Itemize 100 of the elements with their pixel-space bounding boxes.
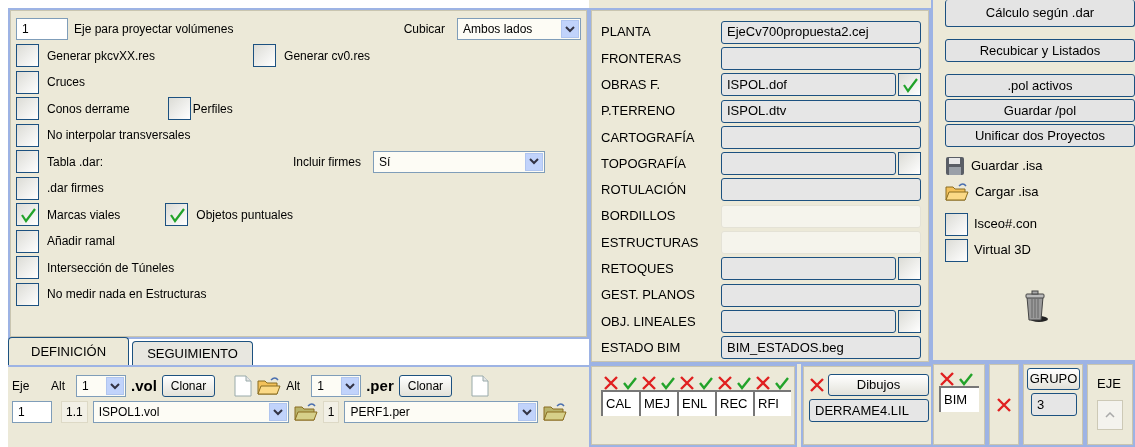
checkbox[interactable] xyxy=(16,203,39,227)
field-label: Alt xyxy=(51,378,66,395)
axis-field[interactable]: 1 xyxy=(16,18,68,41)
field-label: RETOQUES xyxy=(601,260,675,279)
file-field[interactable] xyxy=(721,283,921,307)
tab[interactable]: SEGUIMIENTO xyxy=(132,340,253,365)
alt-select[interactable]: 1 xyxy=(76,375,126,397)
file-field[interactable] xyxy=(721,125,921,149)
checkbox-label: Isceo#.con xyxy=(974,215,1037,234)
file-select[interactable]: ISPOL1.vol xyxy=(92,401,289,423)
checkbox-label: Virtual 3D xyxy=(974,241,1031,260)
checkbox[interactable] xyxy=(945,212,968,236)
checkbox[interactable] xyxy=(16,44,39,68)
action-button[interactable]: Cálculo según .dar xyxy=(945,0,1135,27)
file-extension-label: .vol xyxy=(131,375,157,396)
module-tab[interactable]: REC xyxy=(715,390,753,416)
field-label: TOPOGRAFÍA xyxy=(601,154,687,173)
file-field[interactable] xyxy=(721,257,896,281)
file-extension-label: .per xyxy=(366,375,394,396)
checkbox[interactable] xyxy=(898,73,921,97)
field-label: P.TERRENO xyxy=(601,102,677,121)
eje-field[interactable]: 1 xyxy=(12,401,52,423)
document-icon xyxy=(234,375,253,397)
action-button[interactable]: .pol activos xyxy=(945,74,1135,97)
file-select[interactable]: PERF1.per xyxy=(344,401,539,423)
checkbox[interactable] xyxy=(16,256,39,280)
field-label: ESTADO BIM xyxy=(601,338,682,357)
drawings-button[interactable]: Dibujos xyxy=(828,374,929,396)
group-field[interactable]: 3 xyxy=(1031,393,1077,416)
checkbox-label: .dar firmes xyxy=(47,180,104,198)
checkbox[interactable] xyxy=(16,150,39,174)
checkbox[interactable] xyxy=(16,229,39,253)
field-label: ROTULACIÓN xyxy=(601,181,688,200)
field-label: Incluir firmes xyxy=(293,153,361,171)
trash-icon xyxy=(1023,289,1049,323)
field-label: Cubicar xyxy=(403,21,445,39)
checkbox[interactable] xyxy=(898,309,921,333)
field-label: BORDILLOS xyxy=(601,207,677,226)
tab[interactable]: DEFINICIÓN xyxy=(8,336,130,365)
file-field[interactable] xyxy=(721,309,896,333)
action-button[interactable]: Unificar dos Proyectos xyxy=(945,124,1135,147)
field-label: OBRAS F. xyxy=(601,76,662,94)
field-label: GEST. PLANOS xyxy=(601,286,696,305)
folder-icon xyxy=(945,182,969,202)
checkbox[interactable] xyxy=(16,176,39,200)
module-tab[interactable]: MEJ xyxy=(639,390,677,416)
folder-icon xyxy=(293,402,318,422)
checkbox-label: Perfiles xyxy=(192,100,233,118)
clone-button[interactable]: Clonar xyxy=(398,375,453,397)
bim-field[interactable]: BIM xyxy=(939,386,979,412)
checkbox-label: Cruces xyxy=(47,74,85,92)
field-label: Eje xyxy=(12,378,31,395)
field-label: PLANTA xyxy=(601,23,652,42)
file-field[interactable]: ISPOL.dtv xyxy=(721,99,921,123)
module-tab[interactable]: RFI xyxy=(753,390,791,416)
checkbox[interactable] xyxy=(16,282,39,306)
folder-icon xyxy=(543,402,568,422)
checkbox[interactable] xyxy=(16,123,39,147)
checkbox[interactable] xyxy=(898,257,921,281)
field-label: Eje para proyectar volúmenes xyxy=(74,21,234,39)
clone-button[interactable]: Clonar xyxy=(161,375,216,397)
index-field: 1.1 xyxy=(61,401,88,423)
checkbox[interactable] xyxy=(16,97,39,121)
checkbox[interactable] xyxy=(16,70,39,94)
axis-label: EJE xyxy=(1097,376,1121,391)
checkbox[interactable] xyxy=(898,152,921,176)
file-field[interactable]: DERRAME4.LIL xyxy=(809,399,929,422)
file-field[interactable]: EjeCv700propuesta2.cej xyxy=(721,20,921,44)
file-field[interactable] xyxy=(721,46,921,70)
checkbox-label: Marcas viales xyxy=(47,206,121,224)
checkbox-label: No medir nada en Estructuras xyxy=(47,286,207,304)
chevron-up-icon xyxy=(1105,411,1115,418)
field-label: CARTOGRAFÍA xyxy=(601,128,696,147)
group-button[interactable]: GRUPO xyxy=(1027,368,1080,390)
module-tab[interactable]: CAL xyxy=(601,390,639,416)
action-button[interactable]: Recubicar y Listados xyxy=(945,39,1135,62)
checkbox-label: Generar cv0.res xyxy=(284,47,371,65)
checkbox[interactable] xyxy=(167,97,191,121)
checkbox[interactable] xyxy=(253,44,277,68)
checkbox-label: Conos derrame xyxy=(47,100,130,118)
field-label: Alt xyxy=(286,378,302,395)
action-button[interactable]: Guardar /pol xyxy=(945,99,1135,122)
field-label: OBJ. LINEALES xyxy=(601,312,697,331)
checkbox-label: Objetos puntuales xyxy=(196,206,294,224)
file-field[interactable] xyxy=(721,152,896,176)
module-tab[interactable]: ENL xyxy=(677,390,715,416)
file-link[interactable]: Cargar .isa xyxy=(975,182,1039,202)
firmes-select[interactable]: Sí xyxy=(373,150,545,173)
checkbox[interactable] xyxy=(945,238,968,262)
file-field[interactable]: ISPOL.dof xyxy=(721,73,896,97)
cubicar-select[interactable]: Ambos lados xyxy=(457,18,581,41)
field-label: ESTRUCTURAS xyxy=(601,233,700,252)
file-link[interactable]: Guardar .isa xyxy=(971,156,1043,176)
file-field[interactable]: BIM_ESTADOS.beg xyxy=(721,336,921,360)
checkbox-label: Generar pkcvXX.res xyxy=(47,47,156,65)
alt-select[interactable]: 1 xyxy=(311,375,362,397)
file-field[interactable] xyxy=(721,178,921,202)
checkbox[interactable] xyxy=(165,203,189,227)
checkbox-label: No interpolar transversales xyxy=(47,127,191,145)
checkbox-label: Tabla .dar: xyxy=(47,153,104,171)
